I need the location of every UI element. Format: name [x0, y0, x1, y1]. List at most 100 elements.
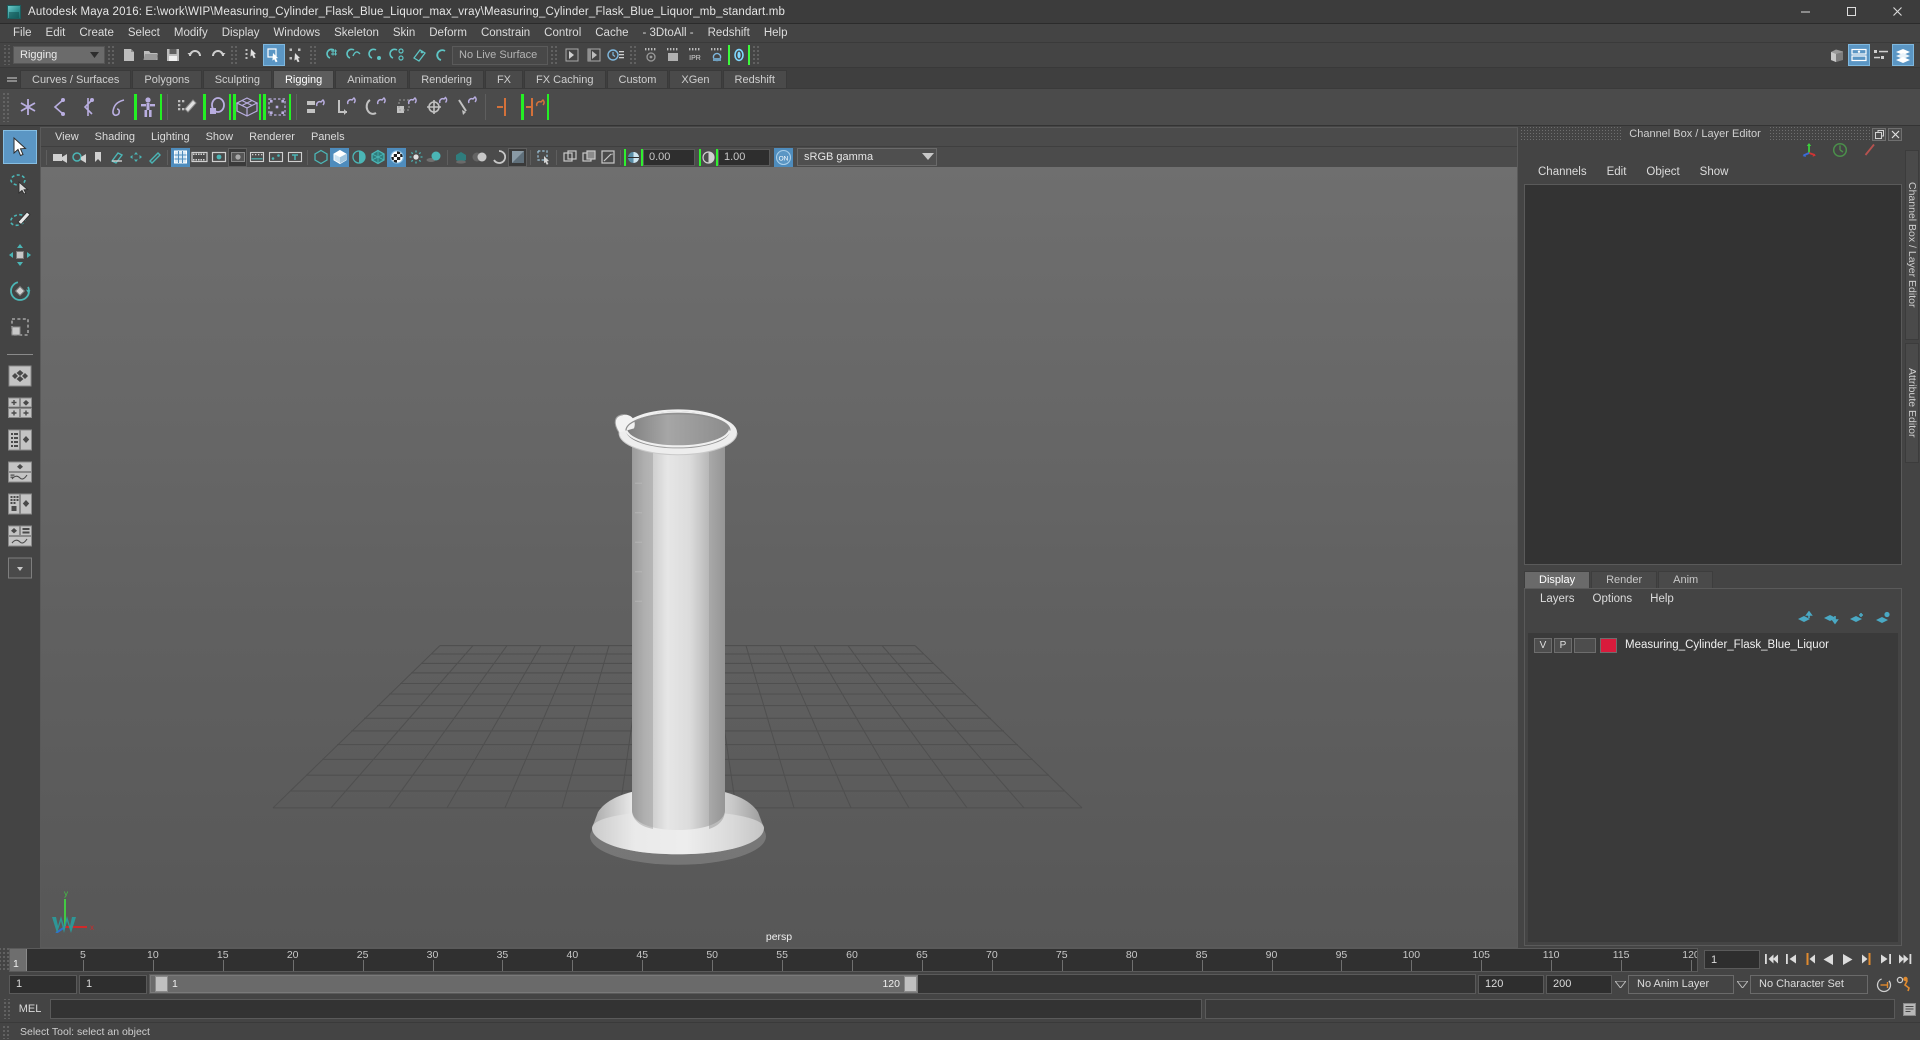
layer-shading-toggle[interactable] [1574, 637, 1596, 653]
outliner-persp-layout-icon[interactable] [3, 425, 37, 454]
menu-select[interactable]: Select [121, 25, 167, 42]
shelf-tab-fx-caching[interactable]: FX Caching [524, 70, 606, 88]
statusbar-grip-2[interactable] [107, 45, 116, 65]
layer-playback-toggle[interactable]: P [1554, 637, 1572, 653]
textured-icon[interactable] [387, 147, 406, 167]
undock-icon[interactable] [1872, 127, 1886, 141]
hypershade-icon[interactable] [662, 44, 684, 66]
select-by-hierarchy-icon[interactable] [241, 44, 263, 66]
anim-layer-selector[interactable]: No Anim Layer [1628, 974, 1734, 994]
show-attribute-editor-icon[interactable] [1848, 44, 1870, 66]
more-layouts-icon[interactable] [3, 553, 37, 582]
render-settings-icon[interactable] [640, 44, 662, 66]
smooth-shade-all-icon[interactable] [330, 147, 349, 167]
wireframe-on-shaded-icon[interactable] [368, 148, 387, 167]
go-to-start-icon[interactable] [1762, 948, 1781, 970]
command-line-input[interactable] [50, 999, 1202, 1019]
connect-joint-icon[interactable] [520, 91, 550, 123]
help-line-grip[interactable] [2, 1024, 10, 1039]
xray-active-components-icon[interactable] [598, 148, 617, 167]
viewport-menu-lighting[interactable]: Lighting [143, 130, 198, 144]
anim-start-field[interactable]: 1 [9, 974, 77, 994]
layer-menu-options[interactable]: Options [1584, 593, 1642, 605]
menu-skin[interactable]: Skin [386, 25, 422, 42]
single-pane-layout-icon[interactable] [3, 361, 37, 390]
go-to-end-icon[interactable] [1895, 948, 1914, 970]
orient-constraint-icon[interactable] [361, 91, 391, 123]
image-plane-icon[interactable] [107, 148, 126, 167]
shelf-tab-sculpting[interactable]: Sculpting [202, 70, 272, 88]
new-scene-icon[interactable] [118, 44, 140, 66]
screen-space-ao-icon[interactable] [451, 148, 470, 167]
viewport-menu-panels[interactable]: Panels [303, 130, 353, 144]
select-by-object-icon[interactable] [263, 44, 285, 66]
pole-vector-constraint-icon[interactable] [451, 91, 481, 123]
menu-help[interactable]: Help [757, 25, 795, 42]
shelf-handle-icon[interactable] [4, 68, 20, 88]
menu-edit[interactable]: Edit [39, 25, 73, 42]
play-backwards-icon[interactable] [1819, 948, 1838, 970]
depth-of-field-icon[interactable] [508, 147, 527, 167]
parent-icon[interactable] [301, 91, 331, 123]
select-by-component-icon[interactable] [285, 44, 307, 66]
safe-title-icon[interactable] [285, 148, 304, 167]
menu-deform[interactable]: Deform [422, 25, 474, 42]
menu-display[interactable]: Display [215, 25, 267, 42]
range-slider[interactable]: 1 120 1 [149, 974, 1476, 994]
two-d-pan-zoom-icon[interactable] [126, 148, 145, 167]
snap-to-point-icon[interactable] [364, 44, 386, 66]
minimize-icon[interactable] [1782, 0, 1828, 24]
field-chart-icon[interactable] [247, 148, 266, 167]
render-sequence-icon[interactable]: IPR [684, 44, 706, 66]
anim-end-field[interactable]: 200 [1546, 974, 1612, 994]
menu-file[interactable]: File [6, 25, 39, 42]
channel-box-menu-object[interactable]: Object [1636, 166, 1689, 178]
create-joint-icon[interactable] [13, 91, 43, 123]
render-current-frame-icon[interactable] [583, 44, 605, 66]
live-surface-field[interactable]: No Live Surface [452, 45, 548, 65]
viewport-menu-show[interactable]: Show [198, 130, 242, 144]
playback-start-field[interactable]: 1 [79, 974, 147, 994]
command-line-language[interactable]: MEL [13, 1003, 47, 1015]
motion-blur-icon[interactable] [470, 148, 489, 167]
dock-tab-attribute-editor[interactable]: Attribute Editor [1905, 343, 1919, 463]
exposure-field[interactable]: 0.00 [643, 148, 695, 166]
statusbar-grip-5[interactable] [550, 45, 559, 65]
color-management-toggle-icon[interactable]: ON [774, 147, 793, 167]
lattice-deformer-icon[interactable] [232, 91, 262, 123]
statusbar-grip-7[interactable] [752, 45, 761, 65]
bookmark-icon[interactable] [88, 148, 107, 167]
statusbar-grip-3[interactable] [230, 45, 239, 65]
color-management-selector[interactable]: sRGB gamma [797, 148, 937, 166]
viewport-menu-renderer[interactable]: Renderer [241, 130, 303, 144]
create-ik-handle-icon[interactable] [43, 91, 73, 123]
exposure-icon[interactable] [624, 148, 643, 167]
character-set-chevron-icon[interactable] [1736, 975, 1748, 994]
channel-box-menu-show[interactable]: Show [1690, 166, 1739, 178]
time-slider[interactable]: 1 5 10 15 20 25 30 35 40 45 50 55 60 65 70 75 80 85 90 95 1… [9, 948, 1698, 972]
layer-list[interactable]: V P Measuring_Cylinder_Flask_Blue_Liquor [1528, 633, 1898, 942]
shadows-icon[interactable] [425, 148, 444, 167]
channel-box-menu-channels[interactable]: Channels [1528, 166, 1597, 178]
viewport-menu-shading[interactable]: Shading [87, 130, 143, 144]
menu-3dtoall[interactable]: - 3DtoAll - [636, 25, 701, 42]
show-tool-settings-icon[interactable] [1870, 44, 1892, 66]
time-slider-cursor[interactable]: 1 [10, 949, 27, 971]
speed-icon[interactable] [1832, 142, 1848, 163]
shelf-grip[interactable] [2, 92, 9, 122]
menu-modify[interactable]: Modify [167, 25, 215, 42]
layer-menu-layers[interactable]: Layers [1531, 593, 1584, 605]
new-layer-icon[interactable] [1849, 611, 1865, 630]
panel-drag-dots-left[interactable] [1520, 126, 1622, 142]
isolate-select-icon[interactable] [534, 148, 553, 167]
create-ik-spline-handle-icon[interactable] [73, 91, 103, 123]
layer-name[interactable]: Measuring_Cylinder_Flask_Blue_Liquor [1625, 639, 1829, 651]
shelf-tab-rendering[interactable]: Rendering [409, 70, 484, 88]
auto-keyframe-icon[interactable] [1874, 973, 1893, 995]
resolution-gate-icon[interactable] [209, 148, 228, 167]
persp-graph-outliner-layout-icon[interactable] [3, 521, 37, 550]
time-slider-grip[interactable] [0, 948, 9, 972]
grease-pencil-icon[interactable] [145, 148, 164, 167]
statusbar-grip[interactable] [2, 45, 10, 65]
bind-skin-icon[interactable] [202, 91, 232, 123]
